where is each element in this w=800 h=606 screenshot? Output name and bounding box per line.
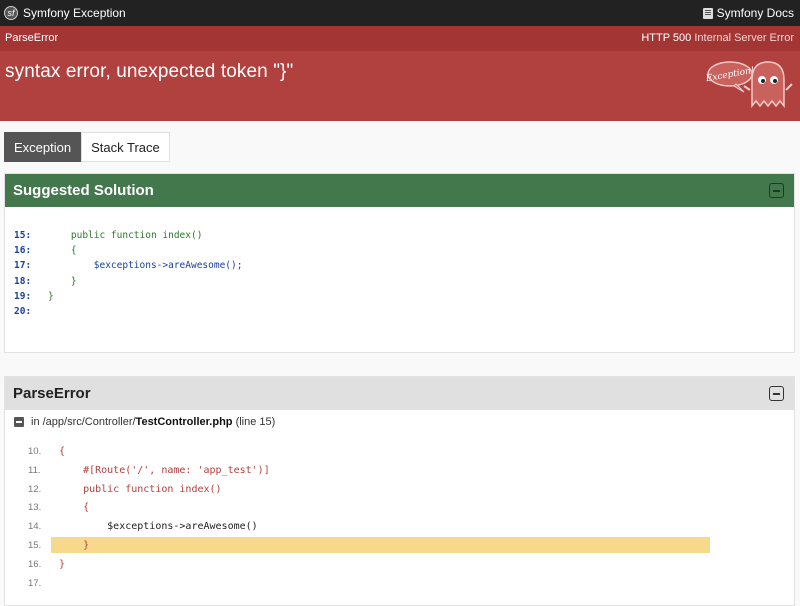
suggested-solution-header[interactable]: Suggested Solution [5, 174, 794, 207]
app-title: Symfony Exception [23, 6, 126, 20]
error-line-highlight [51, 536, 710, 553]
http-status: HTTP 500 Internal Server Error [641, 32, 794, 44]
code-line: 18: } [14, 274, 242, 289]
view-tabs: Exception Stack Trace [4, 132, 170, 162]
line-number: 11. [28, 464, 41, 476]
tab-stack-trace[interactable]: Stack Trace [81, 132, 170, 162]
code-text: { [59, 446, 66, 457]
code-line: 14. $exceptions->areAwesome() [28, 518, 270, 537]
line-number: 13. [28, 502, 42, 514]
collapse-toggle-icon[interactable] [769, 183, 784, 198]
code-line-highlighted: 15. } [28, 536, 710, 556]
panel-title: Suggested Solution [13, 182, 154, 199]
code-line: 10. { [28, 443, 270, 462]
code-line: 17. [28, 575, 270, 594]
code-line: 15: public function index() [14, 228, 242, 243]
collapse-toggle-icon[interactable] [769, 386, 784, 401]
panel-title: ParseError [13, 385, 91, 402]
exception-header: ParseError HTTP 500 Internal Server Erro… [0, 26, 800, 121]
code-text: } [48, 290, 54, 302]
code-line: 17: $exceptions->areAwesome(); [14, 258, 242, 273]
file-location[interactable]: in /app/src/Controller/TestController.ph… [14, 416, 275, 428]
line-number: 15: [14, 230, 32, 241]
exception-meta-band: ParseError HTTP 500 Internal Server Erro… [0, 26, 800, 51]
source-code-block: 10. { 11. #[Route('/', name: 'app_test')… [28, 443, 710, 594]
line-number: 14. [28, 521, 42, 533]
code-text: } [59, 539, 90, 551]
line-number: 19: [14, 290, 32, 302]
code-text: { [59, 502, 90, 514]
code-text: $exceptions->areAwesome() [59, 521, 258, 533]
docs-link-label[interactable]: Symfony Docs [717, 6, 794, 20]
line-number: 15. [28, 539, 42, 551]
collapse-source-icon[interactable] [14, 417, 24, 427]
code-text: $exceptions->areAwesome(); [48, 260, 243, 272]
line-number: 17. [28, 577, 42, 589]
exception-detail-header[interactable]: ParseError [5, 377, 794, 410]
exception-class: ParseError [5, 32, 59, 44]
code-text: } [48, 275, 77, 287]
code-text: public function index() [59, 483, 222, 495]
file-name: TestController.php [135, 416, 233, 428]
code-text: #[Route('/', name: 'app_test')] [59, 464, 270, 476]
code-line: 13. { [28, 499, 270, 518]
line-number: 20: [14, 305, 32, 317]
code-line: 20: [14, 304, 242, 319]
code-text: public function index() [48, 230, 203, 241]
book-icon [702, 7, 713, 19]
status-text: Internal Server Error [694, 32, 794, 44]
line-number: 16: [14, 245, 32, 257]
line-number: 10. [28, 446, 42, 457]
line-number: 16. [28, 558, 42, 570]
code-line: 19: } [14, 289, 242, 304]
line-number: 18: [14, 275, 32, 287]
line-number: 12. [28, 483, 42, 495]
top-bar: sf Symfony Exception Symfony Docs [0, 0, 800, 26]
symfony-docs-link[interactable]: Symfony Docs [702, 0, 794, 26]
code-text: { [48, 245, 77, 257]
app-brand: sf Symfony Exception [4, 0, 126, 26]
status-code: HTTP 500 [641, 32, 692, 44]
file-path-text: in /app/src/Controller/TestController.ph… [31, 416, 276, 428]
code-line: 11. #[Route('/', name: 'app_test')] [28, 462, 270, 481]
code-line: 16. } [28, 556, 270, 575]
exception-message: syntax error, unexpected token "}" [5, 61, 294, 82]
code-text: } [59, 558, 66, 570]
code-line: 16: { [14, 243, 242, 258]
line-number: 17: [14, 260, 32, 272]
code-line: 12. public function index() [28, 481, 270, 500]
tab-exception[interactable]: Exception [4, 132, 82, 162]
solution-code-block: 15: public function index() 16: { 17: $e… [14, 228, 242, 319]
symfony-logo-icon: sf [4, 6, 18, 20]
ghost-mascot-icon: Exception! [704, 54, 796, 114]
